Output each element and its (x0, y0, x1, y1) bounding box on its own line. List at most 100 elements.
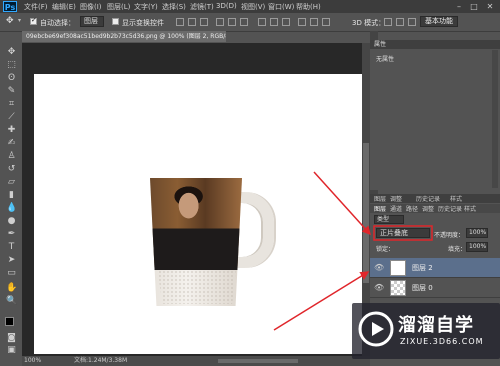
show-transform-checkbox[interactable] (112, 18, 119, 25)
menu-image[interactable]: 图像(I) (80, 2, 102, 12)
path-select-tool-icon[interactable]: ➤ (6, 255, 17, 266)
menu-edit[interactable]: 编辑(E) (52, 2, 76, 12)
healing-brush-tool-icon[interactable]: ✚ (6, 125, 17, 136)
kind-filter-dropdown[interactable]: 类型 (374, 215, 404, 224)
3d-rotate-icon[interactable] (384, 18, 392, 26)
tab-paths[interactable]: 路径 (406, 204, 418, 213)
opacity-input[interactable]: 100% (466, 228, 488, 238)
visibility-eye-icon[interactable]: 👁 (374, 283, 384, 292)
move-tool-icon[interactable]: ✥ (6, 16, 14, 26)
document-tab[interactable]: 09ebcbe69ef308ac51bed9b2b73c5d36.png @ 1… (22, 31, 226, 42)
align-center-icon[interactable] (228, 18, 236, 26)
layer-thumbnail (390, 280, 406, 296)
clone-stamp-tool-icon[interactable]: ♙ (6, 151, 17, 162)
tab-style[interactable]: 样式 (464, 204, 476, 213)
document-info: 文档:1.24M/3.38M (74, 357, 128, 364)
fill-label: 填充： (448, 246, 467, 253)
foreground-color-swatch[interactable] (5, 317, 14, 326)
properties-panel: 属性 无属性 (370, 40, 500, 190)
zoom-tool-icon[interactable]: 🔍 (6, 296, 17, 307)
photoshop-logo: Ps (3, 1, 17, 12)
auto-select-label: 自动选择： (40, 19, 75, 27)
watermark-brand: 溜溜自学 (398, 315, 474, 336)
tab-layers[interactable]: 图层 (374, 204, 386, 213)
tab-history-records[interactable]: 历史记录 (438, 204, 462, 213)
marquee-tool-icon[interactable]: ⬚ (6, 60, 17, 71)
tab-history[interactable]: 历史记录 (416, 194, 440, 203)
zoom-level[interactable]: 100% (24, 356, 41, 366)
quick-select-tool-icon[interactable]: ✎ (6, 86, 17, 97)
pen-tool-icon[interactable]: ✒ (6, 229, 17, 240)
blur-tool-icon[interactable]: 💧 (6, 203, 17, 214)
distribute-right-icon[interactable] (322, 18, 330, 26)
lasso-tool-icon[interactable]: ʘ (6, 73, 17, 84)
tab-channels[interactable]: 通道 (390, 204, 402, 213)
distribute-bottom-icon[interactable] (282, 18, 290, 26)
horizontal-scrollbar[interactable] (218, 359, 298, 363)
hand-tool-icon[interactable]: ✋ (6, 283, 17, 294)
menu-file[interactable]: 文件(F) (24, 2, 48, 12)
visibility-eye-icon[interactable]: 👁 (374, 263, 384, 272)
quick-mask-icon[interactable]: ◙ (6, 333, 17, 344)
move-tool-icon[interactable]: ✥ (6, 47, 17, 58)
align-right-icon[interactable] (240, 18, 248, 26)
maximize-icon[interactable]: □ (467, 1, 481, 12)
properties-scrollbar[interactable] (492, 50, 498, 188)
gradient-tool-icon[interactable]: ▮ (6, 190, 17, 201)
menu-help[interactable]: 帮助(H) (296, 2, 321, 12)
tools-panel: ✥ ⬚ ʘ ✎ ⌗ ⟋ ✚ ✍ ♙ ↺ ▱ ▮ 💧 ● ✒ T ➤ ▭ ✋ 🔍 … (0, 43, 23, 356)
tab-adjust[interactable]: 调整 (422, 204, 434, 213)
brush-tool-icon[interactable]: ✍ (6, 138, 17, 149)
status-bar: 100% 文档:1.24M/3.38M (22, 356, 370, 366)
align-bottom-icon[interactable] (200, 18, 208, 26)
layer-row-2[interactable]: 👁 图层 2 (370, 258, 500, 278)
layers-panel-header: 图层 调整 历史记录 样式 (370, 194, 500, 203)
layers-tab-row: 图层 通道 路径 调整 历史记录 样式 (370, 204, 500, 213)
watermark-logo-icon (358, 311, 394, 347)
type-tool-icon[interactable]: T (6, 242, 17, 253)
mode-3d-label: 3D 模式： (352, 19, 386, 27)
menu-3d[interactable]: 3D(D) (216, 2, 237, 10)
shape-tool-icon[interactable]: ▭ (6, 268, 17, 279)
distribute-left-icon[interactable] (298, 18, 306, 26)
photo-layer-on-mug (150, 178, 242, 270)
tab-layers-top[interactable]: 图层 (374, 194, 386, 203)
lock-label: 锁定： (376, 246, 395, 253)
blend-mode-dropdown[interactable]: 正片叠底 (376, 228, 430, 238)
distribute-center-icon[interactable] (310, 18, 318, 26)
align-left-icon[interactable] (216, 18, 224, 26)
scrollbar-thumb[interactable] (363, 143, 369, 283)
tab-adjustments[interactable]: 调整 (390, 194, 402, 203)
menu-bar: Ps 文件(F) 编辑(E) 图像(I) 图层(L) 文字(Y) 选择(S) 滤… (0, 0, 500, 13)
minimize-icon[interactable]: – (452, 1, 466, 12)
align-top-icon[interactable] (176, 18, 184, 26)
menu-view[interactable]: 视图(V) (241, 2, 265, 12)
fill-input[interactable]: 100% (466, 242, 488, 252)
dodge-tool-icon[interactable]: ● (6, 216, 17, 227)
menu-type[interactable]: 文字(Y) (134, 2, 158, 12)
layer-row-0[interactable]: 👁 图层 0 (370, 278, 500, 298)
screen-mode-icon[interactable]: ▣ (6, 345, 17, 356)
layer-thumbnail (390, 260, 406, 276)
tab-styles[interactable]: 样式 (450, 194, 462, 203)
close-icon[interactable]: ✕ (483, 1, 497, 12)
auto-select-dropdown[interactable]: 图层 (80, 16, 104, 27)
menu-layer[interactable]: 图层(L) (107, 2, 130, 12)
auto-select-checkbox[interactable] (30, 16, 37, 25)
align-middle-icon[interactable] (188, 18, 196, 26)
opacity-label: 不透明度： (434, 232, 465, 239)
distribute-top-icon[interactable] (258, 18, 266, 26)
chevron-down-icon[interactable]: ▾ (18, 17, 21, 24)
3d-pan-icon[interactable] (408, 18, 416, 26)
workspace-button[interactable]: 基本功能 (420, 16, 458, 27)
menu-window[interactable]: 窗口(W) (268, 2, 294, 12)
menu-filter[interactable]: 滤镜(T) (190, 2, 214, 12)
crop-tool-icon[interactable]: ⌗ (6, 99, 17, 110)
distribute-middle-icon[interactable] (270, 18, 278, 26)
history-brush-tool-icon[interactable]: ↺ (6, 164, 17, 175)
eyedropper-tool-icon[interactable]: ⟋ (6, 112, 17, 123)
3d-roll-icon[interactable] (396, 18, 404, 26)
menu-select[interactable]: 选择(S) (162, 2, 186, 12)
mug-texture (158, 270, 236, 304)
eraser-tool-icon[interactable]: ▱ (6, 177, 17, 188)
